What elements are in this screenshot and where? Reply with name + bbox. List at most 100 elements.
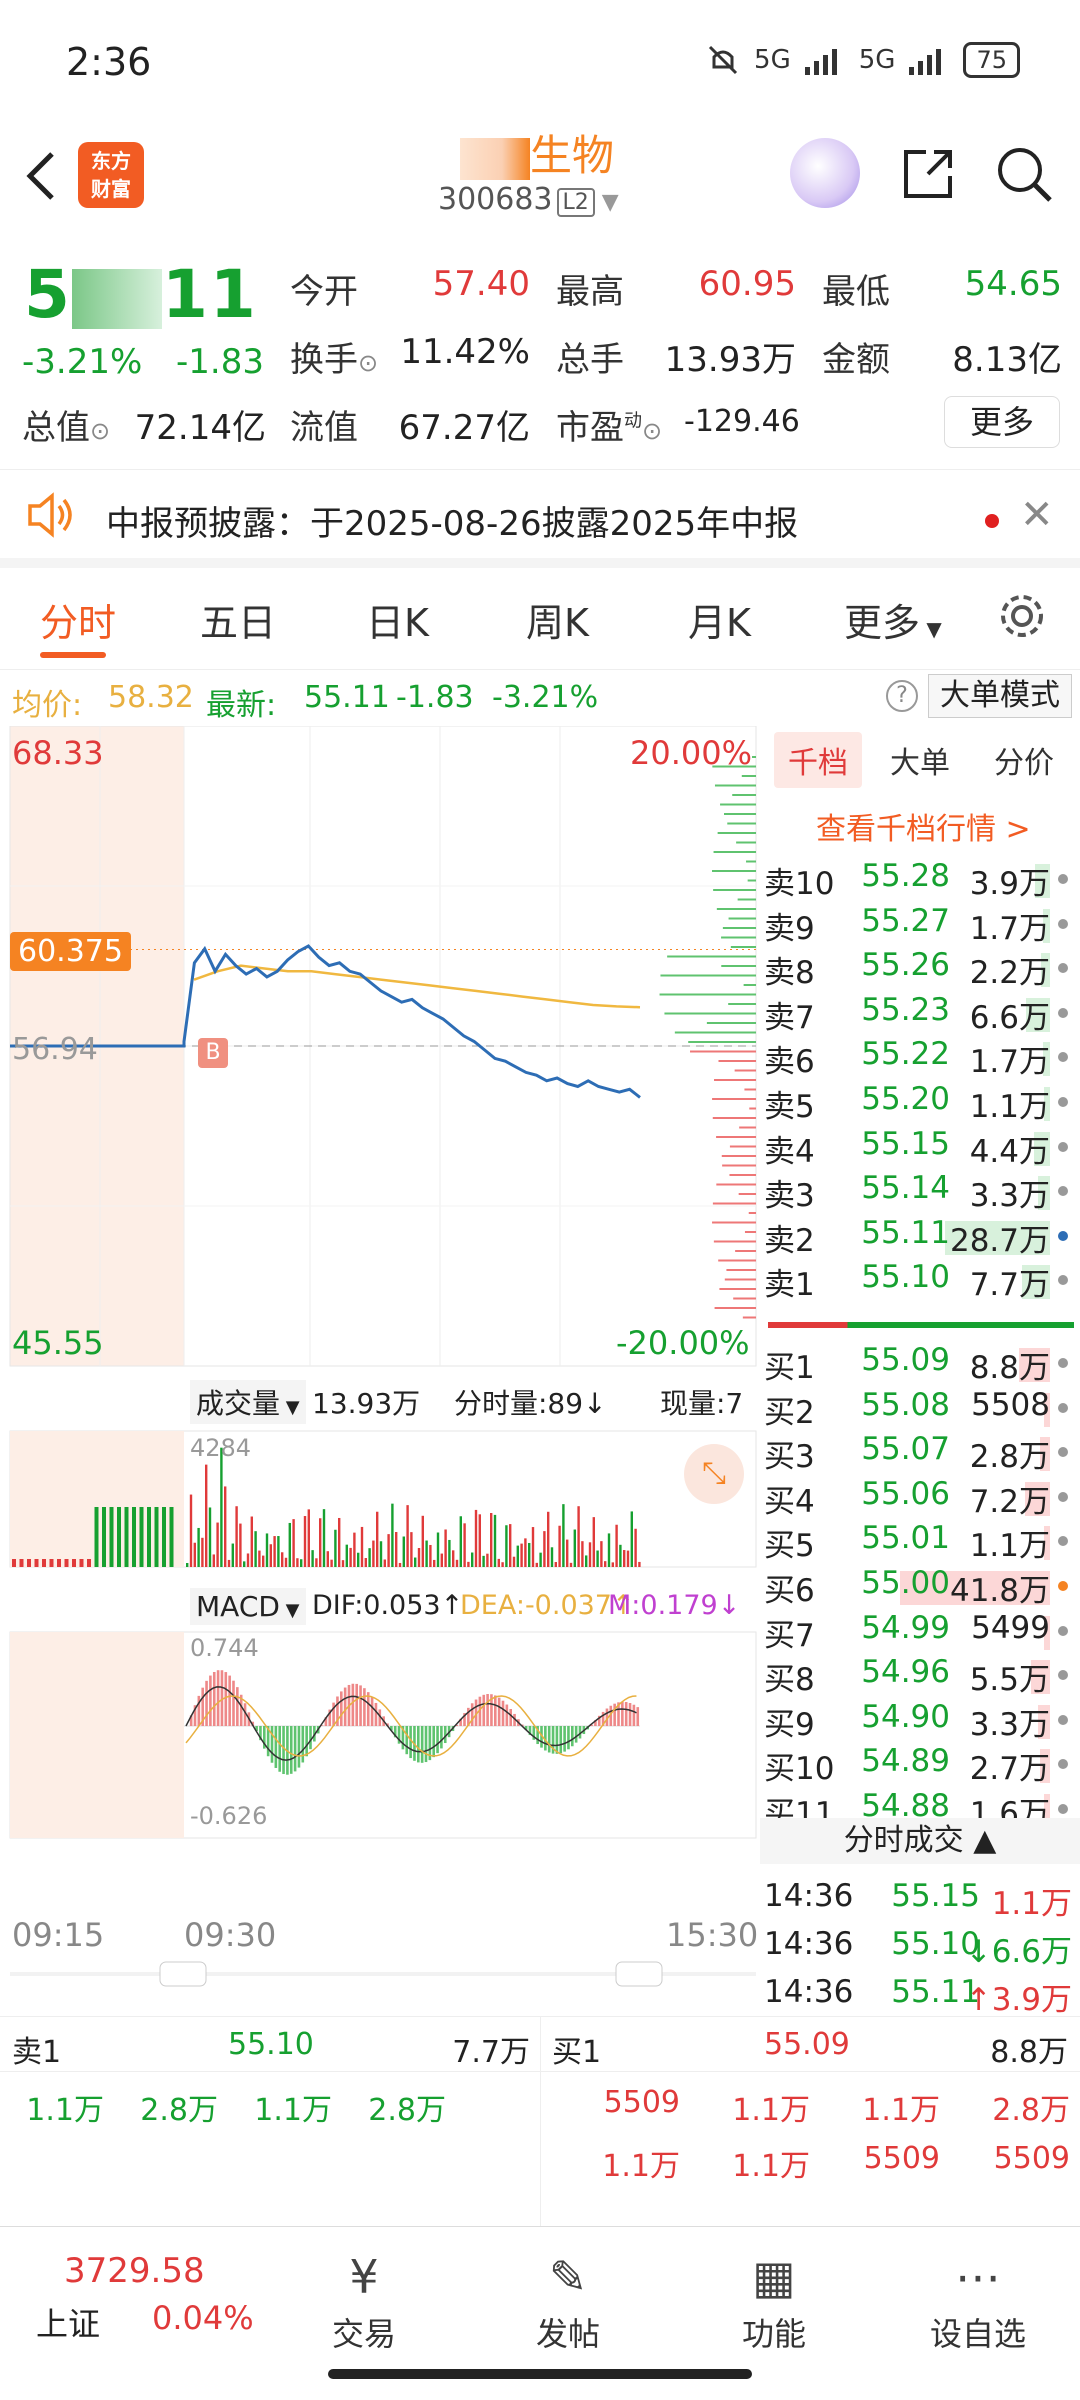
back-icon[interactable]: [22, 148, 62, 204]
ask-row[interactable]: 卖2 55.11 28.7万: [760, 1215, 1080, 1259]
depth-bar: [713, 889, 756, 891]
notice-bar[interactable]: 中报预披露：于2025-08-26披露2025年中报 ✕: [0, 472, 1080, 568]
buy-marker[interactable]: B: [198, 1038, 228, 1068]
volume-bar: [505, 1525, 508, 1567]
volume-indicator-selector[interactable]: 成交量 ▼: [190, 1380, 306, 1424]
volume-bar: [315, 1558, 318, 1567]
macd-bar: [374, 1702, 378, 1726]
bid-row[interactable]: 买8 54.96 5.5万: [760, 1654, 1080, 1698]
bid-row[interactable]: 买10 54.89 2.7万: [760, 1743, 1080, 1787]
view-depth-link[interactable]: 查看千档行情 >: [816, 804, 1031, 848]
macd-bars: [189, 1670, 640, 1775]
search-icon[interactable]: [992, 142, 1056, 206]
volume-bar: [604, 1561, 607, 1567]
bid-row[interactable]: 买3 55.07 2.8万: [760, 1431, 1080, 1475]
mute-icon: [708, 45, 738, 75]
ticks-header[interactable]: 分时成交 ▲: [760, 1818, 1080, 1864]
volume-bar: [353, 1532, 356, 1567]
depth-bar: [718, 1060, 756, 1062]
macd-bar: [220, 1670, 224, 1726]
ask-row[interactable]: 卖3 55.14 3.3万: [760, 1170, 1080, 1214]
close-icon[interactable]: ✕: [1020, 492, 1054, 538]
tab-big-orders[interactable]: 大单: [890, 738, 950, 782]
share-icon[interactable]: [898, 144, 958, 204]
depth-bar: [659, 993, 756, 996]
macd-bar: [232, 1680, 235, 1726]
stock-name: 生物: [460, 122, 614, 183]
bid-row[interactable]: 买7 54.99 5499: [760, 1610, 1080, 1654]
index-widget[interactable]: 3729.58 上证 0.04%: [24, 2227, 254, 2357]
tab-daily-k[interactable]: 日K: [366, 592, 429, 647]
assistant-avatar-icon[interactable]: [790, 138, 860, 208]
bid-row[interactable]: 买2 55.08 5508: [760, 1387, 1080, 1431]
tab-thousand-level[interactable]: 千档: [774, 732, 862, 788]
ask-row[interactable]: 卖7 55.23 6.6万: [760, 992, 1080, 1036]
scroll-handle-left[interactable]: [159, 1961, 207, 1987]
tab-more[interactable]: 更多 ▼: [844, 592, 942, 647]
scroll-handle-right[interactable]: [615, 1961, 663, 1987]
depth-bar: [744, 1231, 756, 1233]
macd-bar: [559, 1726, 563, 1754]
buy1-label: 买1: [552, 2035, 602, 2070]
big-order-mode-button[interactable]: 大单模式: [928, 674, 1072, 718]
bid-row[interactable]: 买1 55.09 8.8万: [760, 1342, 1080, 1386]
macd-indicator-selector[interactable]: MACD ▼: [190, 1588, 306, 1625]
ask-row[interactable]: 卖10 55.28 3.9万: [760, 858, 1080, 902]
volume-bar: [566, 1539, 569, 1567]
ask-label: 卖6: [764, 1044, 815, 1081]
tab-weekly-k[interactable]: 周K: [526, 592, 589, 647]
bid-vol: 8.8万: [969, 1350, 1050, 1386]
ask-label: 卖8: [764, 955, 815, 992]
volume-bar: [212, 1554, 215, 1567]
depth-bar: [712, 870, 756, 872]
tab-five-day[interactable]: 五日: [200, 592, 276, 647]
pre-volume-bar: [132, 1507, 136, 1567]
stock-code[interactable]: 300683 L2 ▼: [438, 182, 619, 217]
tab-intraday[interactable]: 分时: [40, 592, 116, 647]
depth-bar: [746, 860, 756, 863]
y-top-label: 68.33: [12, 734, 104, 772]
tab-monthly-k[interactable]: 月K: [688, 592, 751, 647]
ask-row[interactable]: 卖1 55.10 7.7万: [760, 1259, 1080, 1303]
chart-canvas[interactable]: [0, 725, 760, 2016]
nav-functions[interactable]: ▦ 功能: [714, 2245, 834, 2355]
app-logo[interactable]: 东方 财富: [78, 142, 144, 208]
bid-row[interactable]: 买4 55.06 7.2万: [760, 1476, 1080, 1520]
tick-time: 14:36: [764, 1878, 854, 1914]
gear-icon[interactable]: [996, 590, 1048, 642]
volume-bar: [547, 1511, 550, 1567]
volume-bar: [326, 1551, 329, 1567]
macd-bar: [340, 1691, 343, 1726]
marker-price-tag[interactable]: 60.375: [10, 932, 131, 971]
bid-row[interactable]: 买5 55.01 1.1万: [760, 1520, 1080, 1564]
depth-bar: [720, 803, 756, 806]
ask-row[interactable]: 卖4 55.15 4.4万: [760, 1126, 1080, 1170]
tab-price-distribution[interactable]: 分价: [994, 738, 1054, 782]
bid-row[interactable]: 买9 54.90 3.3万: [760, 1699, 1080, 1743]
queue-order: 1.1万: [732, 2093, 810, 2128]
ask-row[interactable]: 卖8 55.26 2.2万: [760, 947, 1080, 991]
more-button[interactable]: 更多: [944, 396, 1060, 448]
tick-row: 14:36 55.15 1.1万: [760, 1878, 1080, 1922]
ask-row[interactable]: 卖6 55.22 1.7万: [760, 1036, 1080, 1080]
depth-bar: [742, 1316, 756, 1319]
depth-bar: [737, 898, 756, 901]
intraday-chart[interactable]: 68.33 20.00% 60.375 56.94 B 45.55 -20.00…: [0, 725, 760, 2016]
status-dot: [1058, 874, 1068, 884]
ask-row[interactable]: 卖9 55.27 1.7万: [760, 903, 1080, 947]
ask-row[interactable]: 卖5 55.20 1.1万: [760, 1081, 1080, 1125]
volume-bar: [619, 1544, 622, 1567]
pe-label: 市盈动⊙: [556, 408, 663, 448]
bid-row[interactable]: 买6 55.00 41.8万: [760, 1565, 1080, 1609]
expand-icon[interactable]: ⤡: [684, 1444, 744, 1504]
current-price: 5 11: [24, 256, 258, 333]
volume-value: 13.93万: [664, 340, 796, 380]
macd-bar: [505, 1704, 509, 1726]
macd-bar: [440, 1726, 443, 1749]
nav-post[interactable]: ✎ 发帖: [508, 2245, 628, 2355]
volume-bar: [448, 1539, 451, 1567]
nav-add-watchlist[interactable]: ⋯ 设自选: [918, 2245, 1038, 2355]
nav-trade[interactable]: ¥ 交易: [304, 2245, 424, 2355]
avg-value: 58.32: [108, 680, 194, 715]
help-icon[interactable]: ?: [886, 680, 918, 712]
